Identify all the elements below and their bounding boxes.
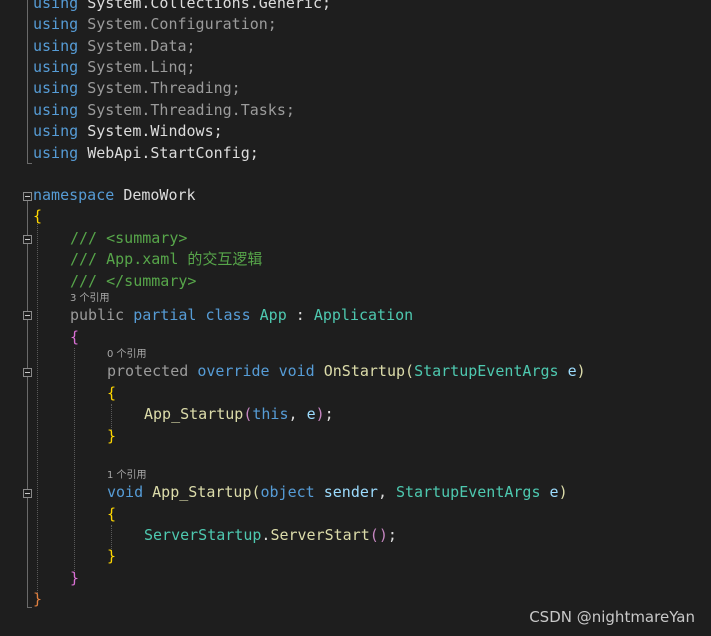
class-name: ServerStartup xyxy=(144,526,262,544)
code-line-doc-2[interactable]: /// App.xaml 的交互逻辑 xyxy=(0,249,711,270)
codelens-class[interactable]: 3 个引用 xyxy=(0,292,711,306)
keyword: override xyxy=(197,362,270,380)
keyword: namespace xyxy=(33,186,115,204)
codelens-method1[interactable]: 0 个引用 xyxy=(0,348,711,362)
namespace-name: DemoWork xyxy=(123,186,196,204)
paren-open: ( xyxy=(369,526,379,544)
param-name: sender xyxy=(323,483,378,501)
code-line-method2-open[interactable]: { xyxy=(0,504,711,525)
using-namespace: System.Linq; xyxy=(87,58,196,76)
code-line-using-8[interactable]: using WebApi.StartConfig; xyxy=(0,143,711,164)
code-line-doc-3[interactable]: /// </summary> xyxy=(0,271,711,292)
code-line-method1-body[interactable]: App_Startup(this, e); xyxy=(0,404,711,425)
reference-count-link[interactable]: 3 个引用 xyxy=(70,292,110,306)
method-name: App_Startup xyxy=(152,483,252,501)
code-line-class-open[interactable]: { xyxy=(0,327,711,348)
keyword: void xyxy=(107,483,144,501)
method-name: OnStartup xyxy=(323,362,406,380)
watermark: CSDN @nightmareYan xyxy=(529,608,695,626)
code-line-using-2[interactable]: using System.Configuration; xyxy=(0,14,711,35)
brace-open: { xyxy=(107,505,117,523)
keyword: using xyxy=(33,122,79,140)
keyword: object xyxy=(260,483,315,501)
using-namespace: System.Threading; xyxy=(87,79,241,97)
paren-open: ( xyxy=(251,483,261,501)
comma: , xyxy=(288,405,298,423)
code-line-doc-1[interactable]: /// <summary> xyxy=(0,228,711,249)
code-line-using-5[interactable]: using System.Threading; xyxy=(0,78,711,99)
doc-comment: /// </summary> xyxy=(70,272,197,290)
paren-close: ) xyxy=(315,405,325,423)
doc-comment: /// App.xaml 的交互逻辑 xyxy=(70,250,263,268)
keyword: void xyxy=(278,362,315,380)
using-namespace: WebApi.StartConfig; xyxy=(87,144,259,162)
paren-close: ) xyxy=(558,483,568,501)
brace-open: { xyxy=(33,207,43,225)
code-line-using-6[interactable]: using System.Threading.Tasks; xyxy=(0,100,711,121)
using-namespace: System.Threading.Tasks; xyxy=(87,101,295,119)
keyword: using xyxy=(33,15,79,33)
code-line-class[interactable]: public partial class App : Application xyxy=(0,305,711,326)
code-line-method2[interactable]: void App_Startup(object sender, StartupE… xyxy=(0,482,711,503)
code-line-method1-open[interactable]: { xyxy=(0,383,711,404)
code-line-method1[interactable]: protected override void OnStartup(Startu… xyxy=(0,361,711,382)
semicolon: ; xyxy=(324,405,334,423)
code-editor[interactable]: using System.Collections.Generic; using … xyxy=(0,0,711,636)
keyword: using xyxy=(33,58,79,76)
paren-close: ) xyxy=(576,362,586,380)
code-line-namespace-open[interactable]: { xyxy=(0,206,711,227)
code-line-using-4[interactable]: using System.Linq; xyxy=(0,57,711,78)
code-line-using-1[interactable]: using System.Collections.Generic; xyxy=(0,0,711,14)
keyword: protected xyxy=(107,362,189,380)
keyword: using xyxy=(33,37,79,55)
reference-count-link[interactable]: 0 个引用 xyxy=(107,348,147,362)
reference-count-link[interactable]: 1 个引用 xyxy=(107,469,147,483)
code-line-class-close[interactable]: } xyxy=(0,568,711,589)
code-line-using-7[interactable]: using System.Windows; xyxy=(0,121,711,142)
using-namespace: System.Windows; xyxy=(87,122,223,140)
brace-close: } xyxy=(107,547,117,565)
keyword: this xyxy=(252,405,289,423)
codelens-method2[interactable]: 1 个引用 xyxy=(0,469,711,483)
doc-comment: /// <summary> xyxy=(70,229,188,247)
keyword: using xyxy=(33,0,79,12)
code-line-using-3[interactable]: using System.Data; xyxy=(0,36,711,57)
using-namespace: System.Collections.Generic; xyxy=(87,0,332,12)
code-line-namespace[interactable]: namespace DemoWork xyxy=(0,185,711,206)
param-type: StartupEventArgs xyxy=(396,483,541,501)
brace-close: } xyxy=(70,569,80,587)
brace-close: } xyxy=(107,427,117,445)
code-line-namespace-close[interactable]: } xyxy=(0,589,711,610)
method-call: ServerStart xyxy=(270,526,370,544)
code-line-method2-close[interactable]: } xyxy=(0,546,711,567)
colon: : xyxy=(295,306,305,324)
brace-open: { xyxy=(107,384,117,402)
paren-open: ( xyxy=(405,362,415,380)
semicolon: ; xyxy=(387,526,397,544)
keyword: using xyxy=(33,79,79,97)
keyword: class xyxy=(205,306,251,324)
class-name: App xyxy=(259,306,287,324)
keyword: using xyxy=(33,101,79,119)
param-name: e xyxy=(567,362,577,380)
using-namespace: System.Data; xyxy=(87,37,196,55)
argument: e xyxy=(306,405,316,423)
base-class-name: Application xyxy=(313,306,414,324)
param-name: e xyxy=(549,483,559,501)
code-line-method1-close[interactable]: } xyxy=(0,426,711,447)
using-namespace: System.Configuration; xyxy=(87,15,277,33)
brace-open: { xyxy=(70,328,80,346)
brace-close: } xyxy=(33,590,43,608)
param-type: StartupEventArgs xyxy=(414,362,559,380)
keyword: public xyxy=(70,306,125,324)
comma: , xyxy=(377,483,387,501)
method-call: App_Startup xyxy=(144,405,244,423)
code-line-method2-body[interactable]: ServerStartup.ServerStart(); xyxy=(0,525,711,546)
keyword: using xyxy=(33,144,79,162)
keyword: partial xyxy=(133,306,197,324)
paren-close: ) xyxy=(378,526,388,544)
